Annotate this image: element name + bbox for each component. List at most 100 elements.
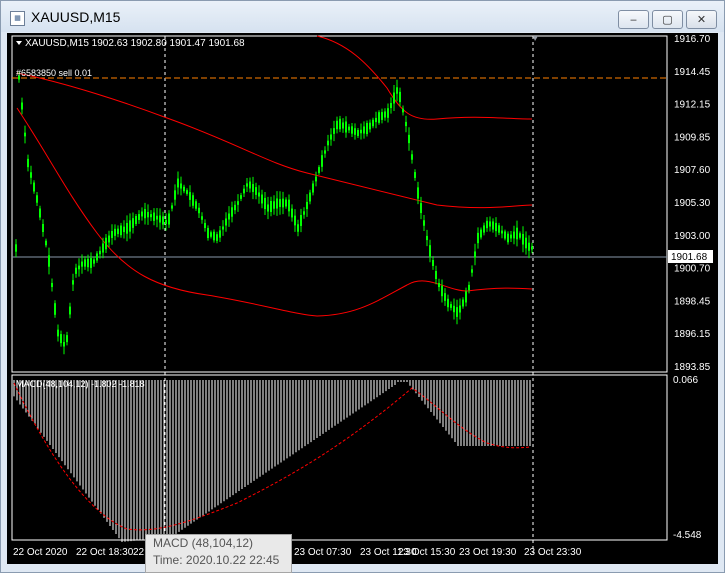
candle-body — [78, 265, 80, 270]
candle-body — [102, 243, 104, 253]
candles-group — [15, 72, 533, 355]
price-tick-label: 1905.30 — [674, 198, 711, 209]
candle-body — [213, 231, 215, 241]
candle-body — [396, 87, 398, 94]
chart-window-icon: ▦ — [10, 11, 25, 26]
candle-body — [435, 270, 437, 280]
candle-body — [408, 134, 410, 144]
candle-body — [384, 111, 386, 118]
candle-body — [30, 172, 32, 178]
price-tick-label: 1916.70 — [674, 34, 711, 45]
candle-body — [21, 102, 23, 110]
candle-body — [462, 299, 464, 307]
candle-body — [132, 218, 134, 228]
candle-body — [501, 230, 503, 234]
candle-body — [201, 216, 203, 220]
candle-body — [204, 222, 206, 229]
candle-body — [81, 261, 83, 267]
chart-area[interactable]: XAUUSD,M15 1902.63 1902.80 1901.47 1901.… — [7, 33, 718, 564]
candle-body — [75, 267, 77, 274]
time-tick-label: 23 Oct 19:30 — [459, 547, 517, 558]
candle-body — [468, 284, 470, 291]
candle-body — [333, 128, 335, 134]
candle-body — [510, 234, 512, 239]
candle-body — [45, 240, 47, 246]
chart-shift-marker-icon[interactable] — [533, 36, 538, 41]
candle-body — [123, 226, 125, 233]
price-tick-label: 1896.15 — [674, 329, 711, 340]
envelope-middle-line — [16, 72, 533, 209]
candle-body — [72, 280, 74, 285]
dropdown-triangle-icon[interactable] — [16, 41, 22, 45]
candle-body — [375, 117, 377, 123]
candle-body — [51, 282, 53, 288]
candle-body — [504, 231, 506, 239]
candle-body — [474, 251, 476, 258]
candle-body — [357, 130, 359, 136]
candle-body — [186, 190, 188, 194]
candle-body — [168, 213, 170, 225]
candle-body — [339, 118, 341, 130]
candle-body — [381, 112, 383, 120]
time-tick-label: 22 Oct 2020 — [13, 547, 68, 558]
candle-body — [27, 158, 29, 168]
candle-body — [441, 285, 443, 297]
candle-body — [321, 155, 323, 167]
candle-body — [108, 235, 110, 243]
candle-body — [243, 188, 245, 194]
price-tick-label: 1909.85 — [674, 132, 711, 143]
candle-body — [300, 215, 302, 226]
candle-body — [486, 220, 488, 229]
time-tick-label: 23 Oct 15:30 — [398, 547, 456, 558]
candle-body — [141, 211, 143, 217]
time-axis: 22 Oct 202022 Oct 18:3022 Oct 21:3023 Oc… — [13, 547, 582, 558]
price-tick-label: 1907.60 — [674, 165, 711, 176]
candle-body — [33, 182, 35, 192]
candle-body — [414, 172, 416, 178]
candle-body — [210, 232, 212, 237]
minimize-button[interactable]: ‒ — [618, 10, 649, 29]
candle-body — [177, 178, 179, 188]
maximize-button[interactable]: ▢ — [652, 10, 683, 29]
price-axis: 1916.70 1914.45 1912.15 1909.85 1907.60 1905.… — [674, 34, 711, 373]
candle-body — [237, 201, 239, 205]
candle-body — [303, 211, 305, 215]
candle-body — [54, 303, 56, 315]
candle-body — [87, 258, 89, 268]
candle-body — [393, 92, 395, 104]
close-button[interactable]: ✕ — [686, 10, 717, 29]
candle-body — [285, 199, 287, 207]
candle-body — [117, 228, 119, 235]
candle-body — [183, 186, 185, 192]
candle-body — [348, 126, 350, 131]
title-bar[interactable]: ▦ XAUUSD,M15 ‒ ▢ ✕ — [1, 1, 724, 32]
price-tick-label: 1912.15 — [674, 100, 711, 111]
candle-body — [219, 230, 221, 238]
candle-body — [279, 199, 281, 207]
order-line-label: #6583850 sell 0.01 — [16, 68, 92, 78]
candle-body — [471, 269, 473, 273]
candle-body — [336, 120, 338, 130]
candle-body — [153, 212, 155, 221]
candle-body — [282, 198, 284, 208]
candle-body — [378, 112, 380, 123]
candle-body — [195, 201, 197, 209]
candle-body — [60, 334, 62, 344]
price-tick-label: 1898.45 — [674, 296, 711, 307]
candle-body — [69, 306, 71, 315]
candle-body — [120, 225, 122, 236]
candle-body — [144, 209, 146, 219]
tooltip-line-1: MACD (48,104,12) — [153, 536, 254, 550]
candle-body — [498, 225, 500, 233]
candle-body — [276, 198, 278, 209]
candle-body — [522, 233, 524, 245]
candle-body — [420, 202, 422, 214]
indicator-label: MACD(48,104,12) -1.802 -1.818 — [16, 379, 145, 389]
candle-body — [240, 195, 242, 199]
candle-body — [318, 167, 320, 173]
candle-body — [252, 184, 254, 192]
candle-body — [255, 187, 257, 195]
candle-body — [387, 108, 389, 118]
candle-body — [273, 201, 275, 209]
indicator-tooltip: MACD (48,104,12) Time: 2020.10.22 22:45 — [145, 534, 292, 573]
